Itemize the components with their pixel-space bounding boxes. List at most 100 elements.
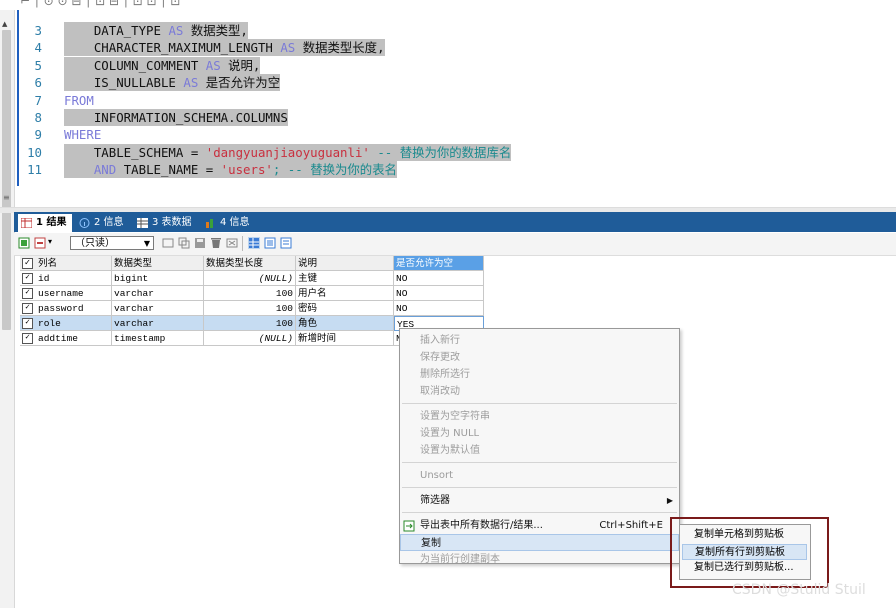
table-cell[interactable]: 100 xyxy=(204,316,296,331)
tab-label: 2 信息 xyxy=(94,217,124,228)
line-number: 9 xyxy=(34,127,42,143)
checkbox-icon[interactable]: ✓ xyxy=(22,318,33,329)
tab-label: 4 信息 xyxy=(220,217,250,228)
grid-layout-icon[interactable] xyxy=(248,237,260,249)
code-token: 是否允许为空 xyxy=(198,75,281,91)
column-header[interactable]: 数据类型长度 xyxy=(204,256,296,271)
menu-item-label: 为当前行创建副本 xyxy=(420,554,500,565)
menu-item-label: 保存更改 xyxy=(420,352,460,363)
line-number: 3 xyxy=(34,23,42,38)
menu-item-label: 导出表中所有数据行/结果... xyxy=(420,520,543,531)
menu-item-label: 设置为 NULL xyxy=(420,428,480,439)
table-cell[interactable]: ✓ addtime xyxy=(20,331,112,346)
table-cell[interactable]: varchar xyxy=(112,316,204,331)
code-token: 数据类型长度, xyxy=(295,40,385,56)
menu-item[interactable]: Unsort xyxy=(400,467,679,484)
tab-3[interactable]: 3 表数据 xyxy=(134,214,196,232)
code-token: ; -- 替换为你的表名 xyxy=(272,162,397,178)
table-cell[interactable]: varchar xyxy=(112,286,204,301)
cell-text: 数据类型长度 xyxy=(206,258,264,269)
menu-item[interactable]: 删除所选行 xyxy=(400,366,679,383)
cell-text: 角色 xyxy=(298,318,318,329)
readonly-mode-select[interactable]: （只读） ▼ xyxy=(70,236,154,250)
column-header[interactable]: ✓ 列名 xyxy=(20,256,112,271)
table-cell[interactable]: (NULL) xyxy=(204,331,296,346)
menu-item[interactable]: 设置为空字符串 xyxy=(400,408,679,425)
duplicate-row-icon[interactable] xyxy=(178,237,190,249)
menu-item[interactable]: 筛选器 ▶ xyxy=(400,492,679,509)
table-cell[interactable]: bigint xyxy=(112,271,204,286)
line-number: 11 xyxy=(27,162,42,178)
menu-separator xyxy=(402,462,677,463)
checkbox-icon[interactable]: ✓ xyxy=(22,303,33,314)
table-cell[interactable]: NO xyxy=(394,301,484,316)
table-cell[interactable]: 主键 xyxy=(296,271,394,286)
menu-item-label: 筛选器 xyxy=(420,495,450,506)
delete-icon[interactable] xyxy=(210,237,222,249)
table-cell[interactable]: ✓ password xyxy=(20,301,112,316)
form-view-icon[interactable] xyxy=(34,237,46,249)
scrollbar-thumb[interactable] xyxy=(2,30,11,330)
table-cell[interactable]: NO xyxy=(394,286,484,301)
tab-2[interactable]: 2 信息 xyxy=(76,214,128,232)
table-cell[interactable]: 用户名 xyxy=(296,286,394,301)
tab-label: 3 表数据 xyxy=(152,217,192,228)
table-cell[interactable]: (NULL) xyxy=(204,271,296,286)
table-cell[interactable]: 新增时间 xyxy=(296,331,394,346)
table-cell[interactable]: ✓ id xyxy=(20,271,112,286)
cell-text: bigint xyxy=(114,273,149,284)
tab-4[interactable]: 4 信息 xyxy=(202,214,262,232)
table-cell[interactable]: varchar xyxy=(112,301,204,316)
table-cell[interactable]: 角色 xyxy=(296,316,394,331)
table-cell[interactable]: 密码 xyxy=(296,301,394,316)
sql-editor[interactable]: 3 DATA_TYPE AS 数据类型, 4 CHARACTER_MAXIMUM_… xyxy=(20,22,880,182)
code-token: 数据类型, xyxy=(183,23,248,38)
menu-item[interactable]: 为当前行创建副本 xyxy=(400,551,679,568)
checkbox-icon[interactable]: ✓ xyxy=(22,288,33,299)
cancel-edit-icon[interactable] xyxy=(226,237,238,249)
text-layout-icon[interactable] xyxy=(264,237,276,249)
checkbox-icon[interactable]: ✓ xyxy=(22,273,33,284)
menu-item[interactable]: 复制 xyxy=(400,534,679,551)
column-header[interactable]: 说明 xyxy=(296,256,394,271)
top-toolbar-strip: ⌐ ∣ ⊙ ⊙ ⊟ ∣ ⊡ ⊟ ∣ ⊡ ⊡ ∣ ⊡ xyxy=(0,0,896,10)
table-data-icon xyxy=(137,218,148,228)
cell-text: 说明 xyxy=(298,258,318,269)
checkbox-icon[interactable]: ✓ xyxy=(22,258,33,269)
save-icon[interactable] xyxy=(194,237,206,249)
editor-gutter-line xyxy=(17,10,19,186)
menu-item[interactable]: 取消改动 xyxy=(400,383,679,400)
code-token: AND xyxy=(93,162,117,178)
record-layout-icon[interactable] xyxy=(280,237,292,249)
grip-icon: ≡ xyxy=(3,193,10,202)
checkbox-icon[interactable]: ✓ xyxy=(22,333,33,344)
cell-text: NO xyxy=(396,288,408,299)
menu-item[interactable]: 设置为 NULL xyxy=(400,425,679,442)
editor-left-scrollbar[interactable]: ▲ ≡ xyxy=(0,10,15,608)
chevron-down-icon[interactable]: ▾ xyxy=(48,237,52,246)
table-cell[interactable]: NO xyxy=(394,271,484,286)
column-header[interactable]: 是否允许为空 xyxy=(394,256,484,271)
menu-item[interactable]: 插入新行 xyxy=(400,332,679,349)
scroll-up-icon[interactable]: ▲ xyxy=(2,20,7,28)
table-cell[interactable]: timestamp xyxy=(112,331,204,346)
grid-view-icon[interactable] xyxy=(18,237,30,249)
watermark: CSDN @Stulid Stuil xyxy=(732,582,866,598)
cell-text: 100 xyxy=(275,288,293,299)
code-token: AS xyxy=(205,57,221,73)
menu-item[interactable]: 导出表中所有数据行/结果... Ctrl+Shift+E xyxy=(400,517,679,534)
line-number: 10 xyxy=(27,144,42,160)
cell-text: timestamp xyxy=(114,333,166,344)
tab-1[interactable]: 1 结果 xyxy=(18,214,72,232)
column-header[interactable]: 数据类型 xyxy=(112,256,204,271)
menu-item[interactable]: 设置为默认值 xyxy=(400,442,679,459)
table-cell[interactable]: ✓ role xyxy=(20,316,112,331)
menu-item[interactable]: 保存更改 xyxy=(400,349,679,366)
menu-shortcut: Ctrl+Shift+E xyxy=(599,520,663,531)
table-cell[interactable]: ✓ username xyxy=(20,286,112,301)
table-cell[interactable]: 100 xyxy=(204,286,296,301)
cell-text: 100 xyxy=(275,303,293,314)
table-cell[interactable]: 100 xyxy=(204,301,296,316)
line-number: 8 xyxy=(34,110,42,125)
add-row-icon[interactable] xyxy=(162,237,174,249)
